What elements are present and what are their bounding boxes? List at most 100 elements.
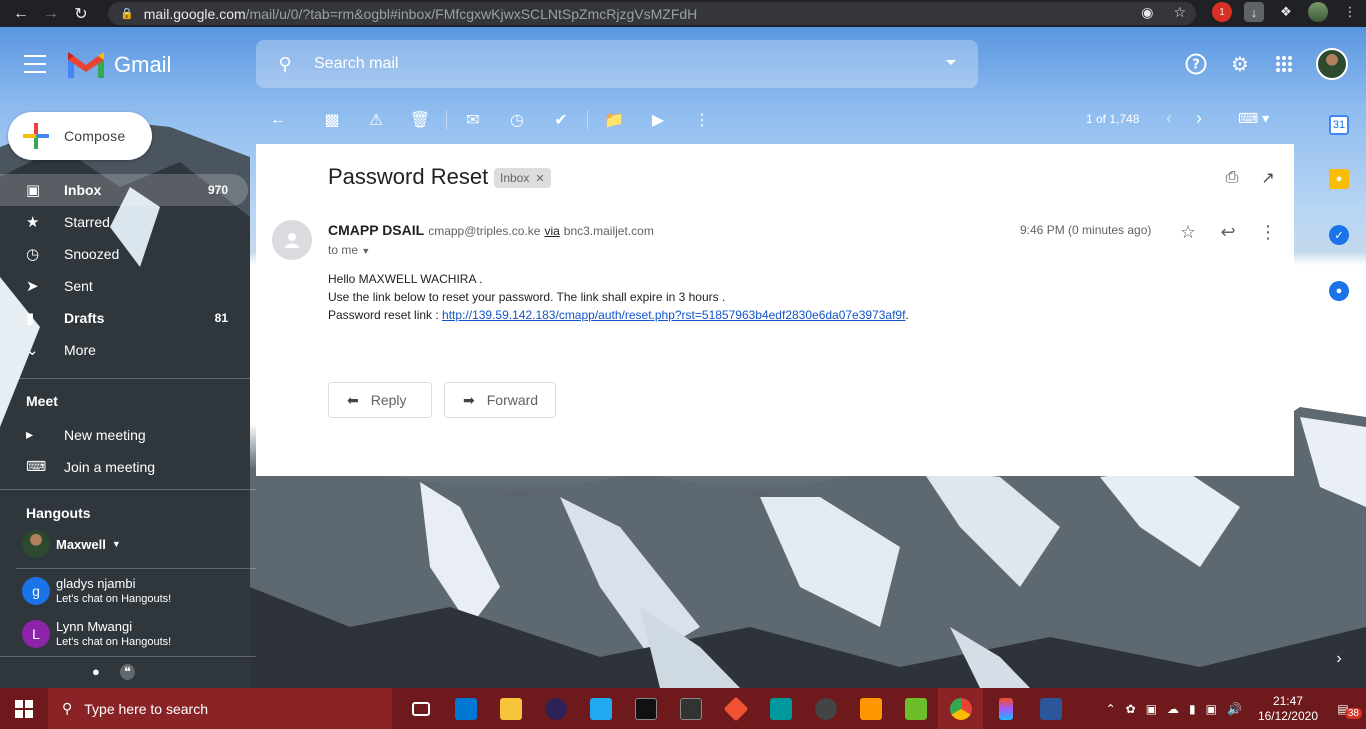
keyboard-icon: ⌨ (26, 458, 47, 474)
contact-name: Lynn Mwangi (56, 619, 133, 634)
main-menu-icon[interactable] (24, 55, 46, 73)
windows-start-icon[interactable] (0, 688, 48, 729)
newer-icon[interactable]: ‹ (1166, 108, 1172, 129)
new-meeting-label: New meeting (64, 426, 146, 443)
search-options-icon[interactable] (946, 60, 956, 65)
sidebar-item-inbox[interactable]: ▣ Inbox 970 (0, 174, 248, 206)
gmail-m-icon (68, 52, 104, 78)
back-to-inbox-icon[interactable]: ← (256, 111, 300, 129)
kebab-menu-icon[interactable]: ⋮ (1340, 2, 1360, 22)
get-addons-icon[interactable]: + (1329, 368, 1349, 390)
sidebar-item-sent[interactable]: ➤ Sent (0, 270, 248, 302)
more-options-icon[interactable]: ⋮ (680, 110, 724, 130)
search-input[interactable] (314, 55, 914, 73)
git-icon[interactable] (713, 688, 758, 729)
chevron-up-icon[interactable]: ⌃ (1106, 702, 1116, 716)
keep-icon[interactable]: ● (1329, 169, 1349, 189)
reload-icon[interactable]: ↻ (66, 0, 96, 27)
tray-app-icon[interactable]: ▣ (1146, 702, 1157, 716)
taskbar-search[interactable]: ⚲ Type here to search (48, 688, 392, 729)
hangouts-contact[interactable]: g gladys njambi Let's chat on Hangouts! (22, 576, 171, 605)
recipients-toggle[interactable]: to me ▼ (328, 243, 370, 257)
chrome-icon[interactable] (938, 688, 983, 729)
sidebar-item-snoozed[interactable]: ◷ Snoozed (0, 238, 248, 270)
bluestacks-icon[interactable] (893, 688, 938, 729)
vscode-icon[interactable] (578, 688, 623, 729)
sidebar-item-label: Inbox (64, 182, 102, 198)
word-icon[interactable] (1028, 688, 1073, 729)
sidebar-item-more[interactable]: ⌄ More (0, 334, 248, 366)
settings-gear-icon[interactable]: ⚙ (1228, 52, 1252, 76)
expand-panel-icon[interactable]: › (1329, 649, 1349, 669)
label-icon[interactable]: ▶ (636, 110, 680, 130)
console-icon[interactable] (668, 688, 713, 729)
hangouts-contact[interactable]: L Lynn Mwangi Let's chat on Hangouts! (22, 619, 171, 648)
archive-icon[interactable]: ▩ (310, 110, 354, 130)
star-icon[interactable]: ☆ (1176, 220, 1200, 244)
forward-icon[interactable]: → (36, 0, 66, 27)
contacts-icon[interactable]: ● (1329, 281, 1349, 301)
delete-icon[interactable]: 🗑 (398, 110, 442, 130)
hangouts-quote-icon[interactable]: ❝ (119, 664, 135, 680)
address-bar[interactable]: 🔒 mail.google.com/mail/u/0/?tab=rm&ogbl#… (108, 2, 1196, 25)
snooze-icon[interactable]: ◷ (495, 110, 539, 130)
calendar-icon[interactable]: 31 (1329, 115, 1349, 135)
sidebar-item-starred[interactable]: ★ Starred (0, 206, 248, 238)
compose-button[interactable]: Compose (8, 112, 152, 160)
open-new-window-icon[interactable]: ↗ (1258, 168, 1278, 188)
arduino-icon[interactable] (758, 688, 803, 729)
avatar (22, 530, 50, 558)
input-tools-icon[interactable]: ⌨ ▾ (1238, 110, 1269, 127)
back-icon[interactable]: ← (6, 0, 36, 27)
sidebar-item-drafts[interactable]: ▮ Drafts 81 (0, 302, 248, 334)
profile-avatar[interactable] (1308, 2, 1328, 22)
spider-icon[interactable] (803, 688, 848, 729)
reply-button[interactable]: ⬅ Reply (328, 382, 432, 418)
notification-center-icon[interactable]: ▤ 38 (1328, 702, 1362, 719)
forward-button[interactable]: ➡ Forward (444, 382, 556, 418)
eclipse-icon[interactable] (533, 688, 578, 729)
window-app-icon[interactable] (443, 688, 488, 729)
via-link[interactable]: via (544, 224, 559, 238)
tasks-icon[interactable]: ✓ (1329, 225, 1349, 245)
apps-grid-icon[interactable] (1272, 52, 1296, 76)
extension-badge-icon[interactable]: 1 (1212, 2, 1232, 22)
inbox-label-chip[interactable]: Inbox ✕ (494, 168, 551, 188)
search-icon[interactable]: ⚲ (256, 54, 314, 75)
reset-link[interactable]: http://139.59.142.183/cmapp/auth/reset.p… (442, 308, 905, 322)
report-spam-icon[interactable]: ⚠ (354, 110, 398, 130)
toolbar-divider (446, 110, 447, 130)
battery-icon[interactable]: ▮ (1189, 702, 1196, 716)
task-view-icon[interactable] (398, 688, 443, 729)
move-to-icon[interactable]: 📁 (592, 110, 636, 130)
account-avatar[interactable] (1316, 48, 1348, 80)
search-bar[interactable]: ⚲ (256, 40, 978, 88)
wifi-icon[interactable]: ✿ (1126, 702, 1136, 716)
download-icon[interactable]: ↓ (1244, 2, 1264, 22)
older-icon[interactable]: › (1196, 108, 1202, 129)
puzzle-icon[interactable]: ❖ (1276, 2, 1296, 22)
bookmark-star-icon[interactable]: ☆ (1173, 4, 1186, 21)
person-icon[interactable]: ● (92, 664, 100, 680)
help-icon[interactable]: ? (1184, 52, 1208, 76)
eye-off-icon[interactable]: ◉ (1141, 4, 1153, 21)
terminal-icon[interactable] (623, 688, 668, 729)
label-chip-text: Inbox (500, 171, 530, 185)
close-icon[interactable]: ✕ (535, 172, 544, 185)
volume-icon[interactable]: 🔊 (1227, 702, 1242, 716)
system-clock[interactable]: 21:47 16/12/2020 (1258, 694, 1318, 724)
display-icon[interactable]: ▣ (1206, 702, 1217, 716)
join-meeting-link[interactable]: ⌨ Join a meeting (26, 458, 155, 475)
sublime-icon[interactable] (848, 688, 893, 729)
figma-icon[interactable] (983, 688, 1028, 729)
more-options-icon[interactable]: ⋮ (1256, 220, 1280, 244)
gmail-logo[interactable]: Gmail (68, 52, 171, 78)
reply-icon[interactable]: ↩ (1216, 220, 1240, 244)
cloud-icon[interactable]: ☁ (1167, 702, 1179, 716)
hangouts-user[interactable]: Maxwell ▼ (22, 530, 121, 558)
mark-unread-icon[interactable]: ✉ (451, 110, 495, 130)
new-meeting-link[interactable]: ▸ New meeting (26, 426, 146, 443)
file-explorer-icon[interactable] (488, 688, 533, 729)
add-to-tasks-icon[interactable]: ✔ (539, 110, 583, 130)
print-icon[interactable]: ⎙ (1222, 168, 1242, 188)
